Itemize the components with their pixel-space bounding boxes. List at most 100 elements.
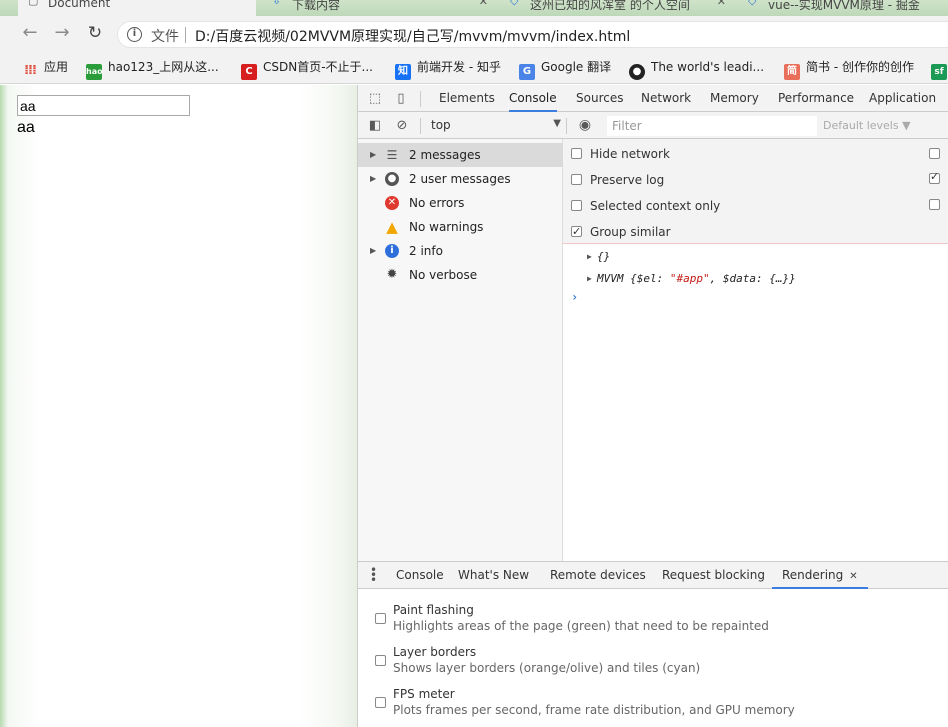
log-levels-dropdown[interactable]: Default levels ▼ <box>823 119 911 132</box>
tab-title: Document <box>48 0 111 10</box>
browser-tab-document[interactable]: ▢ Document <box>18 0 256 16</box>
bookmark-hao123[interactable]: hao hao123_上网从这... <box>86 58 219 80</box>
bookmark-label: hao123_上网从这... <box>108 60 219 74</box>
url-text[interactable]: D:/百度云视频/02MVVM原理实现/自己写/mvvm/mvvm/index.… <box>195 26 630 46</box>
sidebar-toggle-icon[interactable]: ◧ <box>367 118 383 134</box>
sidebar-item-verbose[interactable]: ✹ No verbose <box>358 263 563 287</box>
setting-label: Selected context only <box>590 199 721 213</box>
bookmark-zhihu[interactable]: 知前端开发 - 知乎 <box>395 58 501 80</box>
bookmark-sf[interactable]: sf <box>931 58 948 80</box>
checkbox[interactable] <box>929 199 940 210</box>
checkbox-checked[interactable] <box>571 223 582 241</box>
bookmark-label: Google 翻译 <box>541 60 612 74</box>
option-title: Paint flashing <box>393 603 474 617</box>
option-title: Layer borders <box>393 645 477 659</box>
expand-arrow-icon[interactable]: ▶ <box>370 239 376 263</box>
back-arrow-icon[interactable]: ← <box>20 24 40 44</box>
rendering-option-fps-meter[interactable]: FPS meter Plots frames per second, frame… <box>375 687 935 723</box>
mvvm-text-input[interactable] <box>17 95 190 116</box>
checkbox[interactable] <box>571 148 582 159</box>
close-tab-icon[interactable]: ✕ <box>717 0 726 8</box>
setting-selected-context[interactable]: Selected context only <box>571 197 720 215</box>
checkbox[interactable] <box>375 655 386 666</box>
bug-icon: ✹ <box>386 267 398 282</box>
tab-application[interactable]: Application <box>869 85 936 112</box>
rendering-option-paint-flashing[interactable]: Paint flashing Highlights areas of the p… <box>375 603 935 639</box>
bookmark-label: The world's leadi... <box>651 60 765 74</box>
site-icon: ◇ <box>510 0 519 7</box>
eye-icon[interactable]: ◉ <box>577 118 593 134</box>
drawer-tab-console[interactable]: Console <box>396 562 444 589</box>
checkbox[interactable] <box>375 613 386 624</box>
drawer-tab-whats-new[interactable]: What's New <box>458 562 529 589</box>
reload-icon[interactable]: ↻ <box>85 24 105 44</box>
setting-label: Hide network <box>590 147 670 161</box>
bookmark-apps[interactable]: ⁞⁞⁞ 应用 <box>22 58 68 78</box>
inspect-element-icon[interactable]: ⬚ <box>367 91 383 107</box>
sidebar-item-errors[interactable]: ✕ No errors <box>358 191 563 215</box>
context-selector[interactable]: top ▼ <box>431 118 561 134</box>
tab-network[interactable]: Network <box>641 85 691 112</box>
context-value: top <box>431 118 451 132</box>
tab-title: vue--实现MVVM原理 - 掘金 <box>768 0 920 12</box>
hao123-icon: hao <box>86 64 103 80</box>
checkbox[interactable] <box>929 148 940 159</box>
info-icon: i <box>385 244 399 258</box>
more-options-icon[interactable]: • • • <box>370 564 377 586</box>
checkbox[interactable] <box>571 200 582 211</box>
bookmark-google-translate[interactable]: G Google 翻译 <box>519 58 612 80</box>
checkbox[interactable] <box>571 174 582 185</box>
setting-hide-network[interactable]: Hide network <box>571 145 670 163</box>
expand-arrow-icon[interactable]: ▶ <box>587 246 592 268</box>
tab-elements[interactable]: Elements <box>439 85 495 112</box>
expand-arrow-icon[interactable]: ▶ <box>370 167 376 191</box>
setting-preserve-log[interactable]: Preserve log <box>571 171 664 189</box>
drawer-tab-request-blocking[interactable]: Request blocking <box>662 562 765 589</box>
browser-tab-downloads[interactable]: ⇩ 下载内容 ✕ <box>262 0 496 16</box>
drawer-tab-remote-devices[interactable]: Remote devices <box>550 562 646 589</box>
tab-sources[interactable]: Sources <box>576 85 623 112</box>
console-prompt[interactable]: › <box>571 290 578 304</box>
csdn-icon: C <box>241 64 257 80</box>
divider <box>185 27 186 43</box>
tab-performance[interactable]: Performance <box>778 85 854 112</box>
bookmark-github[interactable]: ● The world's leadi... <box>629 58 765 80</box>
close-icon[interactable]: ✕ <box>849 571 857 582</box>
sidebar-item-info[interactable]: ▶ i 2 info <box>358 239 563 263</box>
divider <box>566 118 567 134</box>
page-viewport: aa <box>0 85 357 727</box>
forward-arrow-icon[interactable]: → <box>52 24 72 44</box>
sidebar-item-messages[interactable]: ▶ ☰ 2 messages <box>358 143 563 167</box>
expand-arrow-icon[interactable]: ▶ <box>370 143 376 167</box>
sidebar-item-user-messages[interactable]: ▶ ● 2 user messages <box>358 167 563 191</box>
clear-console-icon[interactable]: ⊘ <box>394 118 410 134</box>
tab-console[interactable]: Console <box>509 85 557 112</box>
checkbox-checked[interactable] <box>929 170 940 184</box>
jianshu-icon: 简 <box>784 64 800 80</box>
bookmark-csdn[interactable]: C CSDN首页-不止于... <box>241 58 373 80</box>
log-entry[interactable]: ▶ {} <box>563 246 948 268</box>
setting-label: Preserve log <box>590 173 665 187</box>
browser-tab-juejin[interactable]: ◇ vue--实现MVVM原理 - 掘金 <box>738 0 948 16</box>
browser-tab-space[interactable]: ◇ 这州已知的风浑室 的个人空间 ✕ <box>500 0 734 16</box>
bookmark-jianshu[interactable]: 简简书 - 创作你的创作 <box>784 58 914 80</box>
segmentfault-icon: sf <box>931 64 947 80</box>
console-filter-input[interactable] <box>607 116 817 136</box>
rendering-option-layer-borders[interactable]: Layer borders Shows layer borders (orang… <box>375 645 935 681</box>
setting-group-similar[interactable]: Group similar <box>571 223 671 241</box>
sidebar-item-warnings[interactable]: ▲ No warnings <box>358 215 563 239</box>
info-icon[interactable]: i <box>127 27 142 42</box>
bookmark-label: 简书 - 创作你的创作 <box>806 60 914 74</box>
expand-arrow-icon[interactable]: ▶ <box>587 268 592 290</box>
drawer-tab-rendering[interactable]: Rendering ✕ <box>772 562 868 589</box>
drawer-tab-bar: • • • Console What's New Remote devices Re… <box>358 561 948 589</box>
sidebar-item-label: No verbose <box>409 268 478 282</box>
sidebar-item-label: 2 messages <box>409 148 481 162</box>
tab-memory[interactable]: Memory <box>710 85 759 112</box>
tab-title: 这州已知的风浑室 的个人空间 <box>530 0 690 12</box>
device-toolbar-icon[interactable]: ▯ <box>393 91 409 107</box>
close-tab-icon[interactable]: ✕ <box>479 0 488 8</box>
log-entry[interactable]: ▶ MVVM {$el: "#app", $data: {…}} <box>563 268 948 290</box>
address-bar[interactable]: i 文件 D:/百度云视频/02MVVM原理实现/自己写/mvvm/mvvm/i… <box>117 21 948 48</box>
checkbox[interactable] <box>375 697 386 708</box>
